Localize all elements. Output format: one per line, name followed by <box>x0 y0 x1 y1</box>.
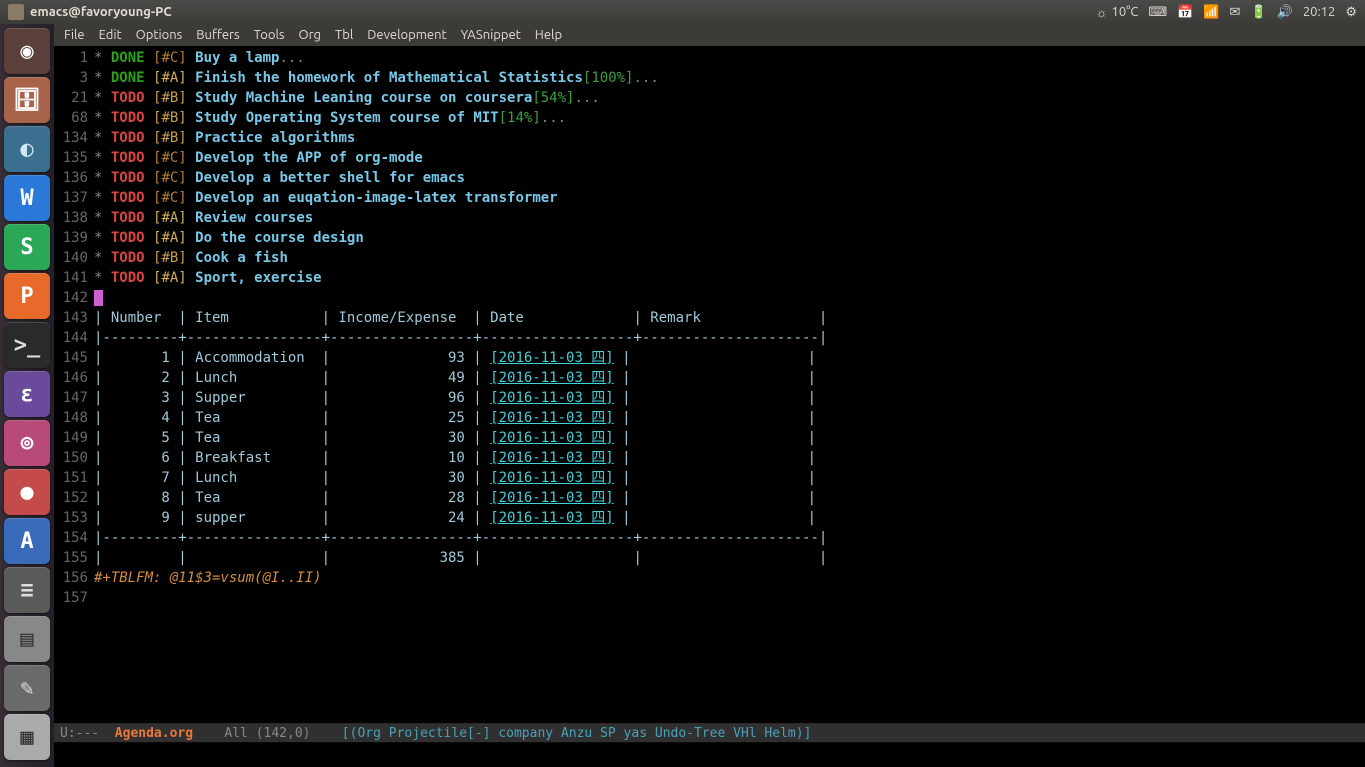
line-number-gutter: 1321681341351361371381391401411421431441… <box>54 48 92 723</box>
menu-tbl[interactable]: Tbl <box>335 28 353 42</box>
emacs-frame[interactable]: File Edit Options Buffers Tools Org Tbl Develop… <box>54 24 1365 767</box>
launcher-app2[interactable]: ● <box>4 469 50 515</box>
menubar[interactable]: File Edit Options Buffers Tools Org Tbl Develop… <box>54 24 1365 46</box>
launcher-app6[interactable]: ✎ <box>4 665 50 711</box>
wifi-icon[interactable]: 📶 <box>1203 5 1219 20</box>
window-title: emacs@favoryoung-PC <box>30 5 172 19</box>
minibuffer[interactable] <box>54 743 1365 767</box>
launcher-app3[interactable]: A <box>4 518 50 564</box>
menu-tools[interactable]: Tools <box>254 28 285 42</box>
menu-help[interactable]: Help <box>535 28 562 42</box>
menu-org[interactable]: Org <box>299 28 321 42</box>
mail-icon[interactable]: ✉ <box>1230 5 1241 20</box>
buffer-content[interactable]: * DONE [#C] Buy a lamp...* DONE [#A] Fin… <box>92 48 1365 723</box>
launcher-wps-w[interactable]: W <box>4 175 50 221</box>
launcher-app4[interactable]: ≡ <box>4 567 50 613</box>
launcher-emacs[interactable]: ε <box>4 371 50 417</box>
keyboard-icon[interactable]: ⌨ <box>1148 5 1167 20</box>
menu-buffers[interactable]: Buffers <box>196 28 239 42</box>
modeline-modes: [(Org Projectile[-] company Anzu SP yas … <box>342 726 812 741</box>
sound-icon[interactable]: 🔊 <box>1277 5 1293 20</box>
clock[interactable]: 20:12 <box>1303 5 1336 19</box>
menu-file[interactable]: File <box>64 28 85 42</box>
modeline-file: Agenda.org <box>115 726 193 741</box>
launcher-wps-s[interactable]: S <box>4 224 50 270</box>
weather-indicator[interactable]: ☼ 10°C <box>1096 5 1139 20</box>
gear-icon[interactable]: ⚙ <box>1345 5 1357 20</box>
menu-options[interactable]: Options <box>136 28 183 42</box>
launcher-ubuntu[interactable]: ◉ <box>4 28 50 74</box>
launcher-chromium[interactable]: ◐ <box>4 126 50 172</box>
system-tray[interactable]: ☼ 10°C ⌨ 📅 📶 ✉ 🔋 🔊 20:12 ⚙ <box>1096 5 1357 20</box>
launcher-files[interactable]: 🗄 <box>4 77 50 123</box>
unity-launcher[interactable]: ◉🗄◐WSP>_ε⊚●A≡▤✎▦ <box>0 24 54 767</box>
window-icon <box>8 4 24 20</box>
launcher-app7[interactable]: ▦ <box>4 714 50 760</box>
modeline[interactable]: U:--- Agenda.org All (142,0) [(Org Proje… <box>54 723 1365 743</box>
menu-yasnippet[interactable]: YASnippet <box>461 28 521 42</box>
calendar-icon[interactable]: 📅 <box>1177 5 1193 20</box>
titlebar: emacs@favoryoung-PC ☼ 10°C ⌨ 📅 📶 ✉ 🔋 🔊 2… <box>0 0 1365 24</box>
launcher-wps-p[interactable]: P <box>4 273 50 319</box>
launcher-app5[interactable]: ▤ <box>4 616 50 662</box>
menu-edit[interactable]: Edit <box>99 28 122 42</box>
launcher-terminal[interactable]: >_ <box>4 322 50 368</box>
menu-development[interactable]: Development <box>367 28 446 42</box>
launcher-app1[interactable]: ⊚ <box>4 420 50 466</box>
buffer[interactable]: 1321681341351361371381391401411421431441… <box>54 46 1365 723</box>
battery-icon[interactable]: 🔋 <box>1250 5 1266 20</box>
